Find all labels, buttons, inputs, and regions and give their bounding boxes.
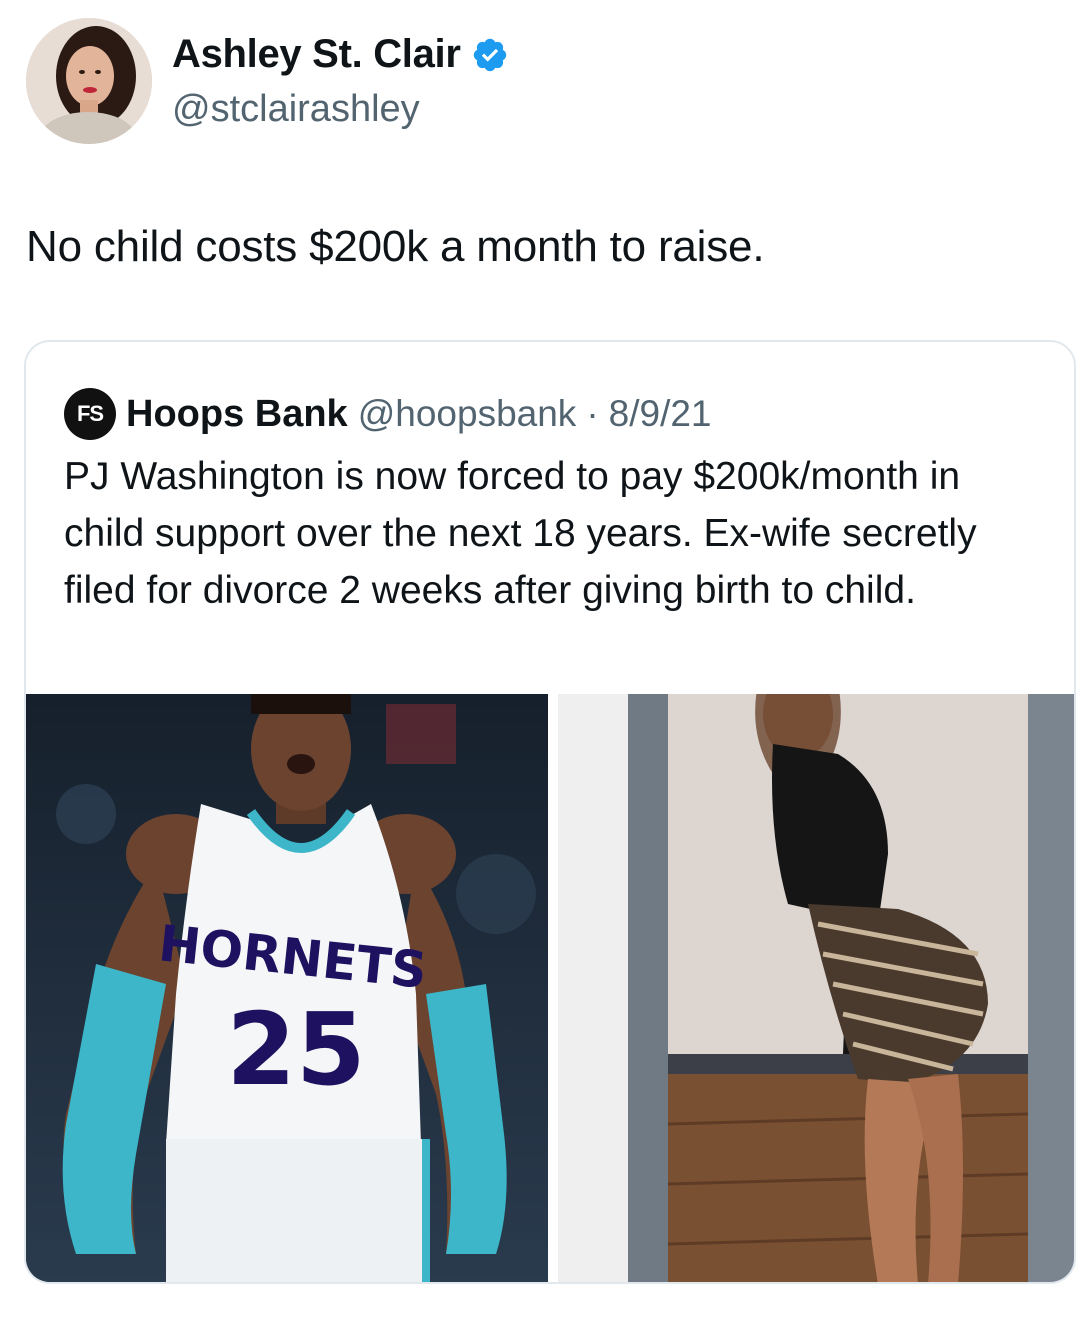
quoted-author-handle[interactable]: @hoopsbank xyxy=(358,393,577,435)
author-handle[interactable]: @stclairashley xyxy=(172,88,420,131)
quoted-tweet-card[interactable]: FS Hoops Bank @hoopsbank · 8/9/21 PJ Was… xyxy=(24,340,1076,1284)
author-name-row: Ashley St. Clair xyxy=(172,32,509,77)
author-avatar[interactable] xyxy=(26,18,152,144)
quoted-tweet-header: FS Hoops Bank @hoopsbank · 8/9/21 xyxy=(64,388,712,440)
verified-badge-icon xyxy=(471,36,509,74)
tweet-text: No child costs $200k a month to raise. xyxy=(26,222,765,271)
quoted-media-woman-photo[interactable] xyxy=(558,694,1074,1282)
tweet-screenshot: Ashley St. Clair @stclairashley No child… xyxy=(0,0,1080,1329)
quoted-author-avatar[interactable]: FS xyxy=(64,388,116,440)
quoted-media-player-photo[interactable]: HORNETS 25 xyxy=(26,694,548,1282)
quoted-tweet-text: PJ Washington is now forced to pay $200k… xyxy=(64,455,977,612)
jersey-number-text: 25 xyxy=(226,991,365,1108)
quoted-date[interactable]: 8/9/21 xyxy=(609,393,712,435)
quoted-author-name[interactable]: Hoops Bank xyxy=(126,393,348,436)
quoted-separator: · xyxy=(586,393,599,434)
author-name[interactable]: Ashley St. Clair xyxy=(172,32,461,77)
